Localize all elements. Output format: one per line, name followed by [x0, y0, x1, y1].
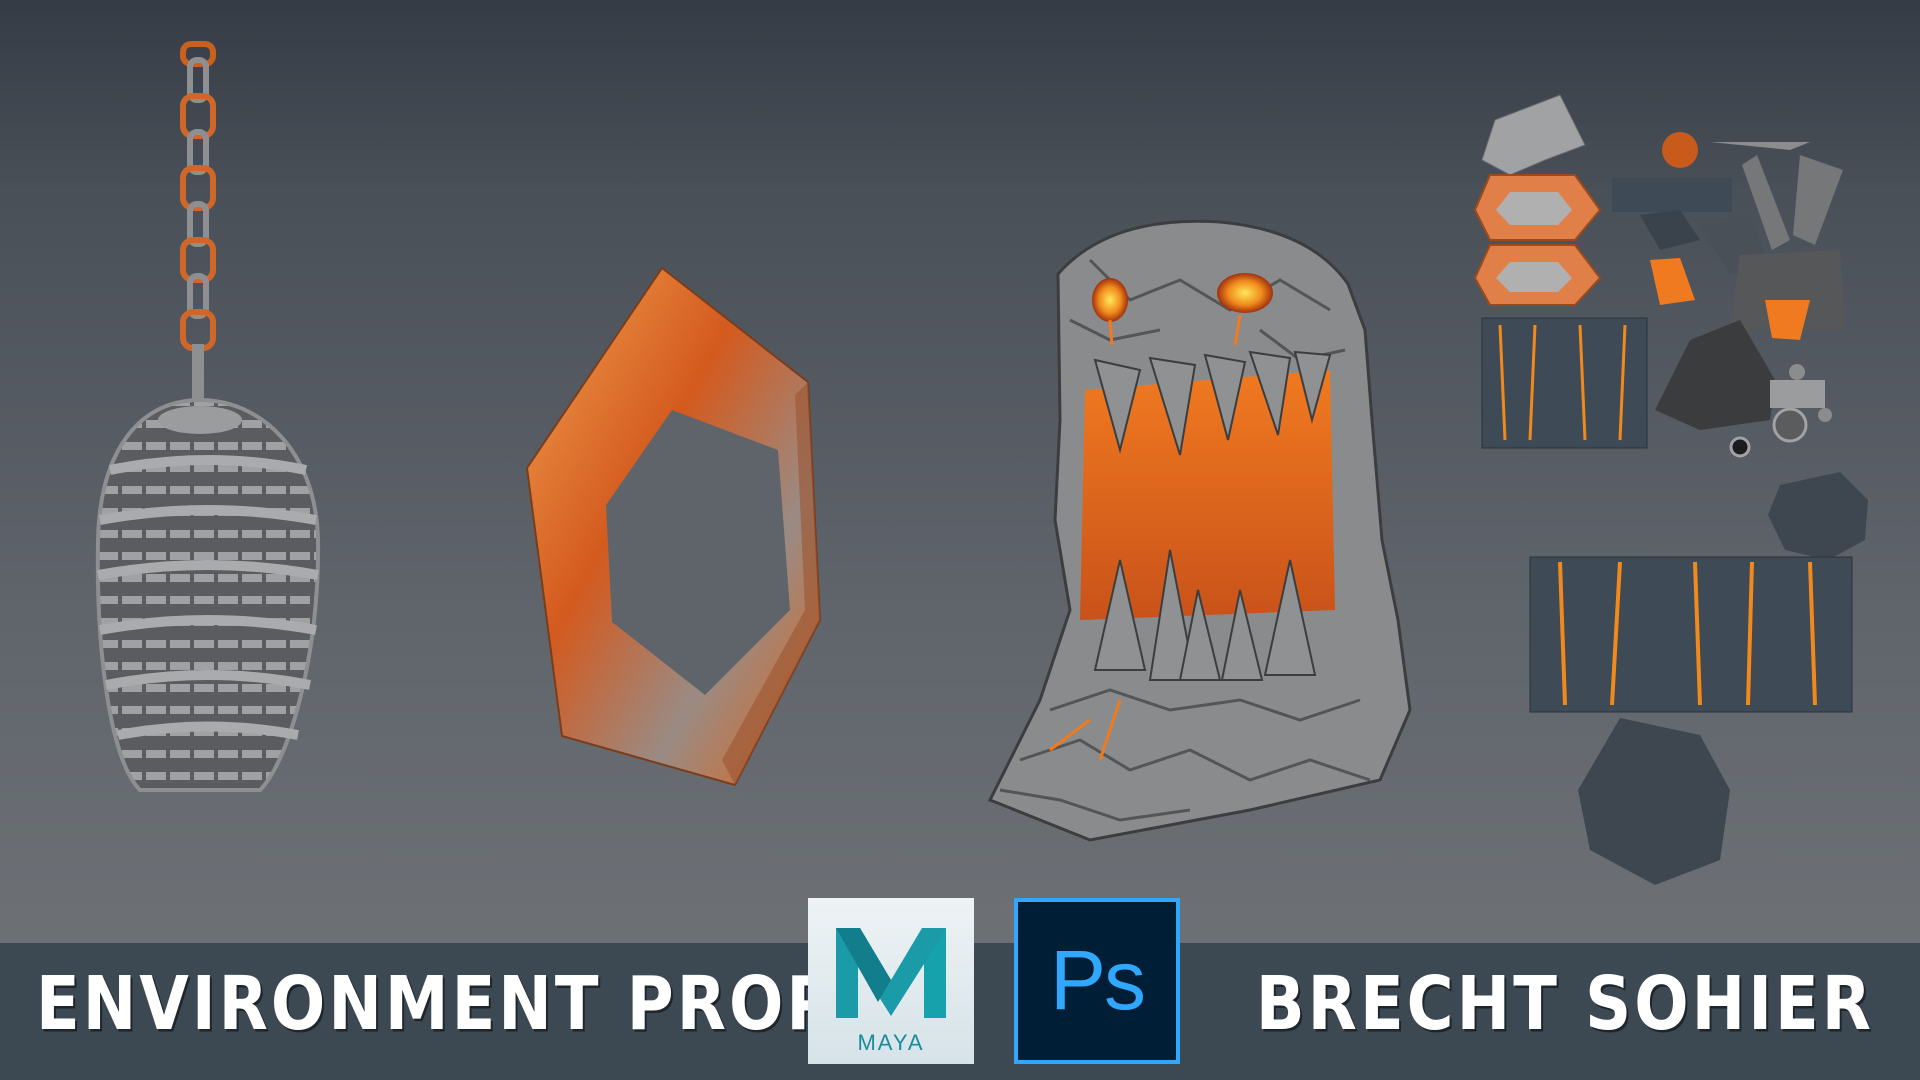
- texture-atlas: [1473, 94, 1868, 885]
- lava-crystal-frame: [525, 266, 822, 787]
- maya-label: MAYA: [857, 1030, 925, 1055]
- monster-eye-left: [1092, 278, 1128, 322]
- atlas-rock-mound: [1655, 320, 1775, 430]
- photoshop-logo-icon: Ps: [1014, 898, 1180, 1064]
- atlas-lava-plank-large: [1529, 556, 1853, 713]
- stone-monster-head: [987, 219, 1412, 842]
- hanging-cage: [95, 41, 321, 792]
- footer-title-left: Environment Props: [36, 962, 886, 1048]
- chain: [180, 41, 216, 424]
- photoshop-label: Ps: [1049, 933, 1146, 1027]
- footer-author-name: Brecht Sohier: [1255, 962, 1874, 1048]
- maya-logo-icon: MAYA: [808, 898, 974, 1064]
- atlas-stone-disc: [1768, 472, 1868, 560]
- monster-eye-right: [1217, 273, 1273, 313]
- atlas-stone-slab: [1578, 718, 1730, 885]
